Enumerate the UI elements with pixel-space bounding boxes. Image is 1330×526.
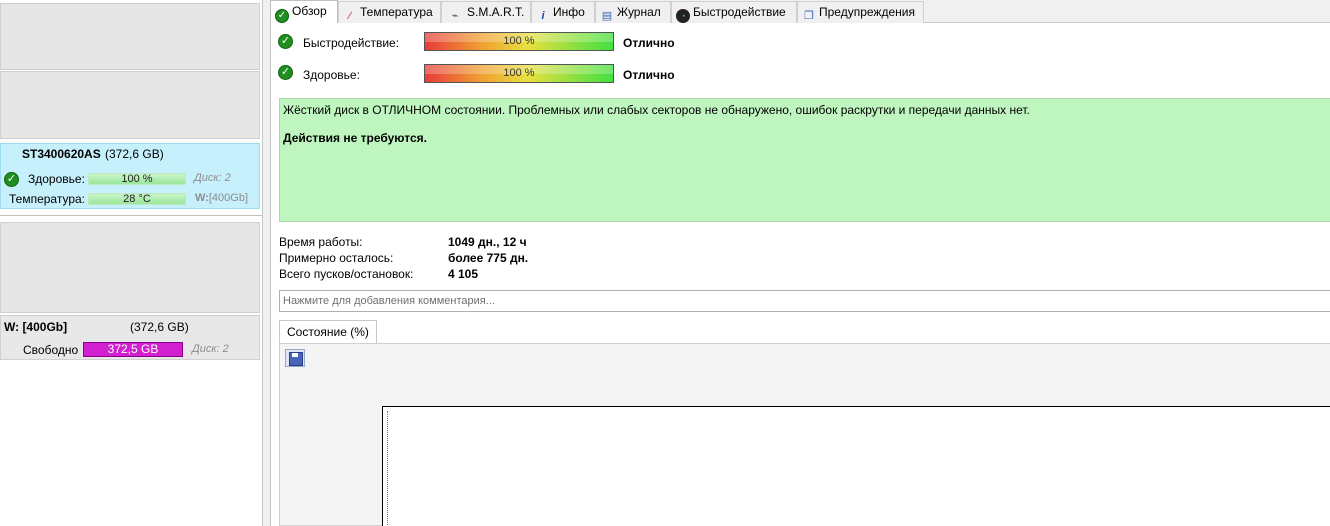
health-ok-icon: ✓ xyxy=(278,65,293,80)
tab-warnings-label: Предупреждения xyxy=(819,5,915,19)
health-bar: 100 % xyxy=(424,64,614,83)
stat-value: более 775 дн. xyxy=(448,251,529,265)
tab-info[interactable]: i Инфо xyxy=(531,1,595,23)
disk-temp-bar: 28 °C xyxy=(88,193,186,205)
summary-text: Жёсткий диск в ОТЛИЧНОМ состоянии. Пробл… xyxy=(283,103,1030,117)
drive-name: [400Gb] xyxy=(208,192,248,204)
tab-smart[interactable]: ⌁ S.M.A.R.T. xyxy=(441,1,531,23)
volume-size: (372,6 GB) xyxy=(130,320,189,334)
health-status: Отлично xyxy=(623,68,675,82)
disk-info-selected[interactable]: ST3400620AS (372,6 GB) ✓ Здоровье: 100 %… xyxy=(0,143,260,209)
stat-label: Всего пусков/остановок: xyxy=(279,267,414,281)
tab-bar: ✓ Обзор ⁄ Температура ⌁ S.M.A.R.T. i Инфо ▤ Ж… xyxy=(270,0,1330,24)
tab-overview[interactable]: ✓ Обзор xyxy=(270,0,338,24)
stat-value: 4 105 xyxy=(448,267,479,281)
volume-image xyxy=(0,222,260,313)
comment-input[interactable]: Нажмите для добавления комментария... xyxy=(279,290,1330,312)
tab-info-label: Инфо xyxy=(553,5,585,19)
volume-info[interactable]: W: [400Gb] (372,6 GB) Свободно 372,5 GB … xyxy=(0,315,260,360)
disk-image-bottom xyxy=(0,71,260,139)
health-ok-icon: ✓ xyxy=(4,172,19,187)
overview-panel: ✓ Быстродействие: 100 % Отлично ✓ Здоров… xyxy=(270,23,1330,526)
tab-log-label: Журнал xyxy=(617,5,661,19)
log-icon: ▤ xyxy=(601,10,613,22)
chart-area xyxy=(279,343,1330,526)
volume-free-label: Свободно xyxy=(23,343,79,357)
disk-health-bar: 100 % xyxy=(88,173,186,185)
thermometer-icon: ⁄ xyxy=(349,10,351,22)
disk-health-label: Здоровье: xyxy=(28,172,85,186)
chart-plot xyxy=(382,406,1330,526)
tab-log[interactable]: ▤ Журнал xyxy=(595,1,671,23)
tab-temperature-label: Температура xyxy=(360,5,433,19)
disk-entry[interactable]: ST3400620AS (372,6 GB) ✓ Здоровье: 100 %… xyxy=(0,0,262,216)
check-icon: ✓ xyxy=(275,9,289,23)
disk-number: Диск: 2 xyxy=(194,172,231,184)
tab-warnings[interactable]: ❐ Предупреждения xyxy=(797,1,924,23)
volume-free-bar: 372,5 GB xyxy=(83,342,183,357)
performance-label: Быстродействие: xyxy=(303,36,400,50)
tab-performance[interactable]: ◔ Быстродействие xyxy=(671,1,797,23)
save-icon[interactable] xyxy=(285,349,305,367)
stat-label: Время работы: xyxy=(279,235,363,249)
tab-overview-label: Обзор xyxy=(292,4,327,18)
smart-icon: ⌁ xyxy=(451,10,459,22)
tab-smart-label: S.M.A.R.T. xyxy=(467,5,525,19)
performance-status: Отлично xyxy=(623,36,675,50)
warnings-icon: ❐ xyxy=(804,10,814,22)
health-value: 100 % xyxy=(503,67,535,79)
volume-disk-number: Диск: 2 xyxy=(192,343,229,355)
disk-drive-letter: W:[400Gb] xyxy=(195,192,248,204)
disk-temp-label: Температура: xyxy=(9,192,86,206)
disk-size: (372,6 GB) xyxy=(105,147,164,161)
info-icon: i xyxy=(541,10,545,22)
volume-name: W: [400Gb] xyxy=(4,320,68,334)
health-label: Здоровье: xyxy=(303,68,360,82)
summary-action: Действия не требуются. xyxy=(283,131,427,145)
stat-label: Примерно осталось: xyxy=(279,251,394,265)
drive-letter: W: xyxy=(195,192,209,204)
tab-temperature[interactable]: ⁄ Температура xyxy=(338,1,441,23)
speedometer-icon: ◔ xyxy=(676,9,690,23)
stat-value: 1049 дн., 12 ч xyxy=(448,235,527,249)
disk-image-top xyxy=(0,3,260,70)
disk-list-panel: ST3400620AS (372,6 GB) ✓ Здоровье: 100 %… xyxy=(0,0,263,526)
performance-bar: 100 % xyxy=(424,32,614,51)
volume-entry[interactable]: W: [400Gb] (372,6 GB) Свободно 372,5 GB … xyxy=(0,222,262,362)
chart-axis xyxy=(387,411,1330,526)
tab-performance-label: Быстродействие xyxy=(693,5,786,19)
performance-value: 100 % xyxy=(503,35,535,47)
disk-model: ST3400620AS xyxy=(22,147,101,161)
tab-status-percent[interactable]: Состояние (%) xyxy=(279,320,377,344)
summary-box: Жёсткий диск в ОТЛИЧНОМ состоянии. Пробл… xyxy=(279,98,1330,222)
performance-ok-icon: ✓ xyxy=(278,34,293,49)
